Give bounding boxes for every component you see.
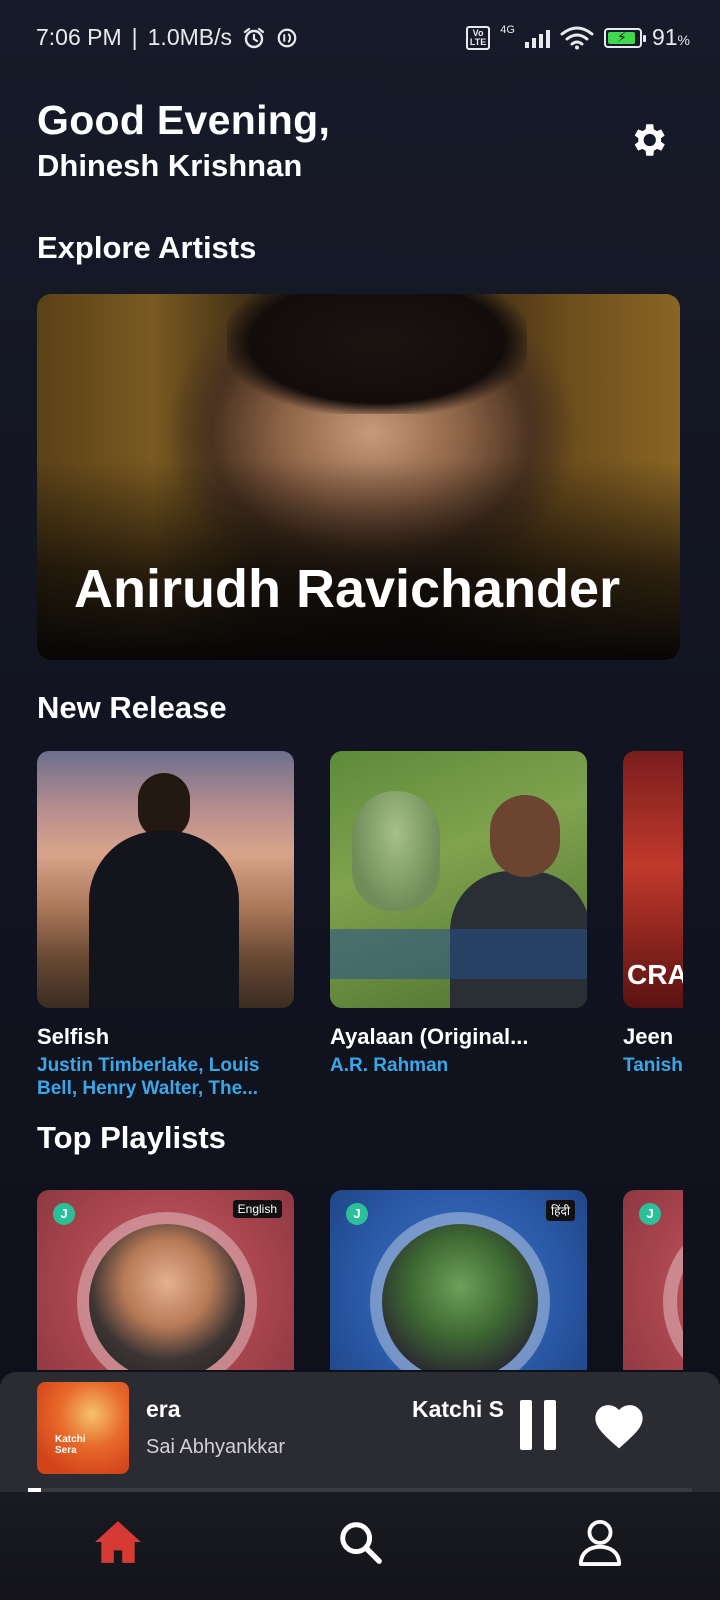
playlist-language-tag: हिंदी	[546, 1200, 575, 1221]
status-speed: 1.0MB/s	[147, 24, 233, 50]
mini-player[interactable]: Katchi Sera era Katchi S Sai Abhyankkar	[0, 1372, 720, 1492]
alarm-icon	[243, 27, 265, 48]
like-button[interactable]	[590, 1398, 650, 1454]
release-artist[interactable]: Justin Timberlake, Louis Bell, Henry Wal…	[37, 1054, 294, 1100]
charging-icon: ⚡	[616, 28, 627, 45]
pause-button[interactable]	[518, 1398, 558, 1454]
artist-photo	[227, 294, 527, 414]
jiosaavn-badge-icon: J	[639, 1203, 661, 1225]
gear-icon	[634, 124, 665, 156]
bottom-nav	[0, 1492, 720, 1600]
cover-logo-band	[330, 929, 587, 979]
signal-icon	[524, 28, 550, 48]
release-card[interactable]: Selfish Justin Timberlake, Louis Bell, H…	[37, 751, 294, 1100]
app-screen: 7:06 PM | 1.0MB/s Vo LTE 4G ⚡ 91% Good E…	[0, 0, 720, 1600]
release-title: Selfish	[37, 1024, 110, 1049]
data-saver-icon	[277, 28, 297, 47]
user-name: Dhinesh Krishnan	[37, 148, 303, 183]
now-playing-artwork[interactable]: Katchi Sera	[37, 1382, 129, 1474]
playlist-card[interactable]: J	[623, 1190, 683, 1370]
release-title: Ayalaan (Original...	[330, 1024, 529, 1049]
cover-text: CRAK	[627, 959, 683, 990]
new-release-list[interactable]: Selfish Justin Timberlake, Louis Bell, H…	[37, 751, 683, 1103]
cover-figure	[490, 795, 560, 877]
now-playing-title-part1: era	[146, 1396, 181, 1422]
artwork-text: Katchi Sera	[55, 1434, 86, 1456]
playlist-photo	[382, 1224, 538, 1370]
top-playlists-list[interactable]: J English J हिंदी J	[37, 1190, 683, 1372]
profile-icon	[578, 1519, 622, 1566]
cover-alien	[352, 791, 440, 911]
heart-icon	[595, 1405, 643, 1449]
playlist-card[interactable]: J हिंदी	[330, 1190, 587, 1370]
pause-icon	[520, 1400, 532, 1450]
top-playlists-title: Top Playlists	[37, 1120, 226, 1155]
playlist-card[interactable]: J English	[37, 1190, 294, 1370]
cover-figure	[138, 773, 190, 839]
now-playing-title: era Katchi S	[146, 1396, 516, 1426]
release-title: Jeen	[623, 1024, 674, 1049]
nav-home[interactable]	[88, 1512, 148, 1572]
playlist-language-tag: English	[232, 1200, 282, 1218]
search-icon	[340, 1522, 382, 1564]
status-time: 7:06 PM	[36, 24, 122, 50]
new-release-title: New Release	[37, 690, 227, 725]
now-playing-artist: Sai Abhyankkar	[146, 1436, 285, 1458]
volte-bottom: LTE	[469, 36, 487, 47]
status-separator: |	[131, 24, 138, 50]
now-playing-title-part2: Katchi S	[412, 1396, 505, 1422]
release-card[interactable]: Ayalaan (Original... A.R. Rahman	[330, 751, 587, 1100]
greeting-title: Good Evening,	[37, 97, 331, 143]
settings-button[interactable]	[624, 116, 672, 164]
battery-percent: 91%	[652, 24, 690, 51]
pause-icon-bar	[544, 1400, 556, 1450]
home-icon	[95, 1521, 141, 1563]
jiosaavn-badge-icon: J	[346, 1203, 368, 1225]
battery-icon: ⚡	[603, 27, 646, 48]
nav-profile[interactable]	[570, 1512, 630, 1572]
greeting-header: Good Evening, Dhinesh Krishnan	[37, 96, 330, 186]
status-bar: 7:06 PM | 1.0MB/s Vo LTE 4G ⚡ 91%	[0, 0, 720, 78]
nav-search[interactable]	[330, 1512, 390, 1572]
release-cover: CRAK	[623, 751, 683, 1008]
playlist-ring	[663, 1212, 683, 1370]
battery-unit: %	[677, 32, 690, 48]
battery-value: 91	[651, 24, 678, 50]
playlist-photo	[89, 1224, 245, 1370]
status-left: 7:06 PM | 1.0MB/s	[36, 24, 298, 51]
network-type: 4G	[500, 23, 515, 36]
cover-figure-body	[89, 831, 239, 1008]
volte-indicator: Vo LTE	[465, 25, 491, 50]
featured-artist-card[interactable]: Anirudh Ravichander	[37, 294, 680, 660]
jiosaavn-badge-icon: J	[53, 1203, 75, 1225]
featured-artist-name: Anirudh Ravichander	[74, 559, 621, 619]
release-artist[interactable]: A.R. Rahman	[330, 1054, 587, 1077]
release-artist[interactable]: Tanish Mishr	[623, 1054, 683, 1077]
status-right: Vo LTE 4G ⚡ 91%	[465, 23, 690, 51]
explore-artists-title: Explore Artists	[37, 230, 257, 265]
release-card[interactable]: CRAK Jeen Tanish Mishr	[623, 751, 683, 1100]
release-cover	[330, 751, 587, 1008]
wifi-icon	[560, 26, 594, 49]
release-cover	[37, 751, 294, 1008]
